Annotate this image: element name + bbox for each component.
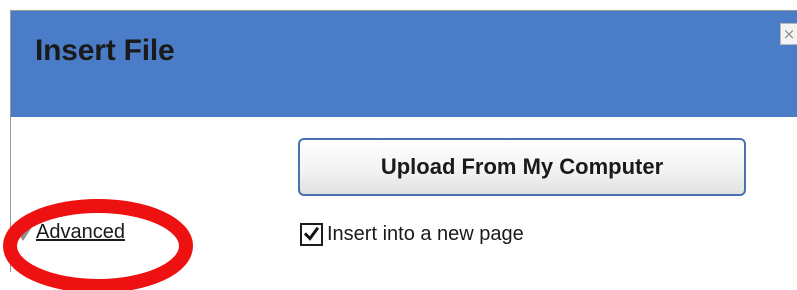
advanced-toggle[interactable]: Advanced <box>14 221 125 244</box>
dialog-titlebar: Insert File × <box>11 11 797 117</box>
insert-new-page-option[interactable]: Insert into a new page <box>300 221 524 247</box>
upload-from-computer-button[interactable]: Upload From My Computer <box>298 138 746 196</box>
advanced-link[interactable]: Advanced <box>36 221 125 244</box>
close-icon[interactable]: × <box>780 23 797 45</box>
expand-triangle-icon[interactable] <box>14 226 32 241</box>
insert-new-page-checkbox[interactable] <box>300 222 323 246</box>
insert-new-page-label: Insert into a new page <box>327 222 524 245</box>
checkmark-icon <box>303 226 320 241</box>
dialog-title: Insert File <box>35 34 175 67</box>
insert-file-dialog: Insert File × Upload From My Computer In… <box>10 10 797 272</box>
